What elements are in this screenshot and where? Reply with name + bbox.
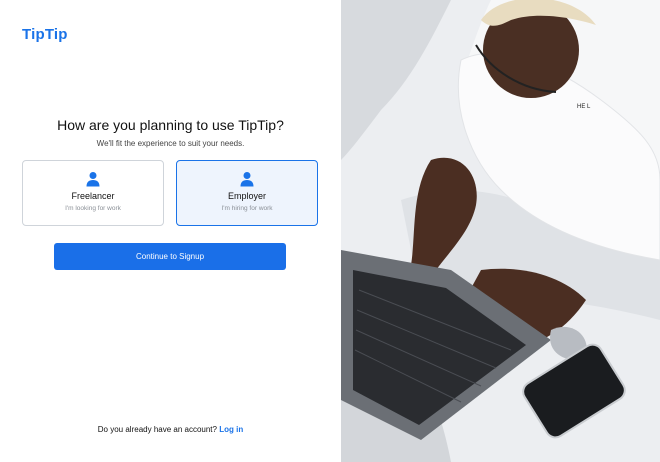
freelancer-option-card[interactable]: Freelancer I'm looking for work	[22, 160, 164, 226]
option-title: Freelancer	[71, 191, 115, 201]
hero-image: HE L	[341, 0, 660, 462]
login-prompt-text: Do you already have an account?	[97, 425, 217, 434]
option-title: Employer	[227, 191, 266, 201]
option-description: I'm hiring for work	[221, 205, 273, 212]
page-subtitle: We'll fit the experience to suit your ne…	[96, 139, 245, 148]
login-link[interactable]: Log in	[219, 425, 243, 434]
person-laptop-photo: HE L	[341, 0, 660, 462]
option-description: I'm looking for work	[65, 205, 121, 212]
shirt-print-text: HE L	[577, 104, 591, 110]
signup-panel: TipTip How are you planning to use TipTi…	[0, 0, 341, 462]
employer-option-card[interactable]: Employer I'm hiring for work	[176, 160, 318, 226]
login-prompt: Do you already have an account? Log in	[0, 425, 341, 434]
person-icon	[240, 172, 254, 187]
page-title: How are you planning to use TipTip?	[57, 117, 284, 133]
continue-to-signup-button[interactable]: Continue to Signup	[54, 243, 286, 270]
person-icon	[86, 172, 100, 187]
brand-logo[interactable]: TipTip	[22, 26, 68, 43]
